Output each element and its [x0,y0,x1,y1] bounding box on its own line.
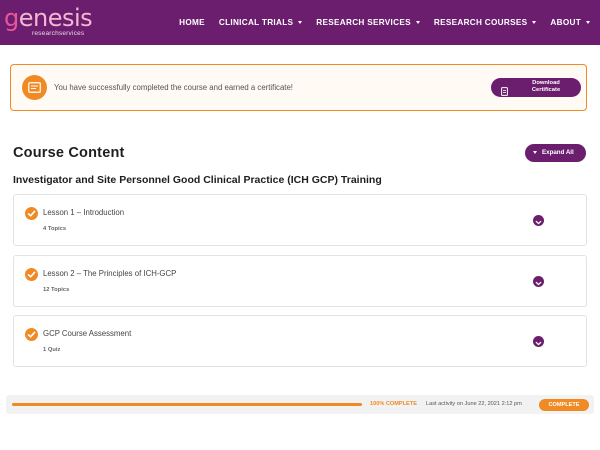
nav-item-about[interactable]: ABOUT [550,18,590,27]
chevron-down-icon [533,151,537,154]
logo-subtitle: researchservices [32,30,85,37]
document-icon [501,83,508,101]
chevron-down-icon [586,21,590,24]
lesson-title: Lesson 1 – Introduction [43,208,125,217]
nav-label: CLINICAL TRIALS [218,18,294,27]
last-activity: Last activity on June 22, 2021 2:12 pm [426,401,522,407]
lesson-item[interactable]: GCP Course Assessment 1 Quiz [13,315,587,367]
page: genesis researchservices HOME CLINICAL T… [0,0,600,450]
expand-all-label: Expand All [542,149,574,156]
expand-all-button[interactable]: Expand All [525,144,586,162]
check-icon [25,328,38,341]
status-badge: COMPLETE [539,399,589,411]
lesson-title: Lesson 2 – The Principles of ICH-GCP [43,269,177,278]
certificate-message: You have successfully completed the cour… [54,83,293,92]
lesson-item[interactable]: Lesson 2 – The Principles of ICH-GCP 12 … [13,255,587,307]
nav-label: HOME [179,18,205,27]
nav-item-research-courses[interactable]: RESEARCH COURSES [434,18,537,27]
download-certificate-button[interactable]: Download Certificate [491,78,581,97]
genesis-logo[interactable]: genesis researchservices [4,6,94,38]
nav-item-clinical-trials[interactable]: CLINICAL TRIALS [218,18,303,27]
course-progress: 100% COMPLETE Last activity on June 22, … [6,395,594,414]
nav-item-home[interactable]: HOME [179,18,205,27]
download-certificate-label: Download Certificate [531,80,561,93]
chevron-down-icon [532,21,537,24]
progress-track [12,403,362,406]
nav-label: RESEARCH SERVICES [316,18,411,27]
progress-percent: 100% COMPLETE [370,401,417,407]
nav-item-research-services[interactable]: RESEARCH SERVICES [316,18,420,27]
site-header: genesis researchservices HOME CLINICAL T… [0,0,600,45]
lesson-item[interactable]: Lesson 1 – Introduction 4 Topics [13,194,587,246]
chevron-down-icon [298,21,303,24]
main-nav: HOME CLINICAL TRIALS RESEARCH SERVICES R… [179,0,590,45]
check-icon [25,268,38,281]
lesson-topic-count: 12 Topics [43,287,70,293]
nav-label: ABOUT [550,18,581,27]
nav-label: RESEARCH COURSES [433,18,528,27]
course-title: Investigator and Site Personnel Good Cli… [13,174,382,186]
progress-fill [12,403,362,406]
chevron-down-icon[interactable] [533,276,544,287]
lesson-title: GCP Course Assessment [43,329,132,338]
chevron-down-icon [415,21,420,24]
logo-wordmark: genesis [4,4,93,32]
certificate-banner: You have successfully completed the cour… [10,64,587,111]
lesson-topic-count: 1 Quiz [43,347,61,353]
lesson-topic-count: 4 Topics [43,226,67,232]
check-icon [25,207,38,220]
chevron-down-icon[interactable] [533,336,544,347]
section-title: Course Content [13,145,125,161]
chevron-down-icon[interactable] [533,215,544,226]
certificate-icon [22,75,47,100]
